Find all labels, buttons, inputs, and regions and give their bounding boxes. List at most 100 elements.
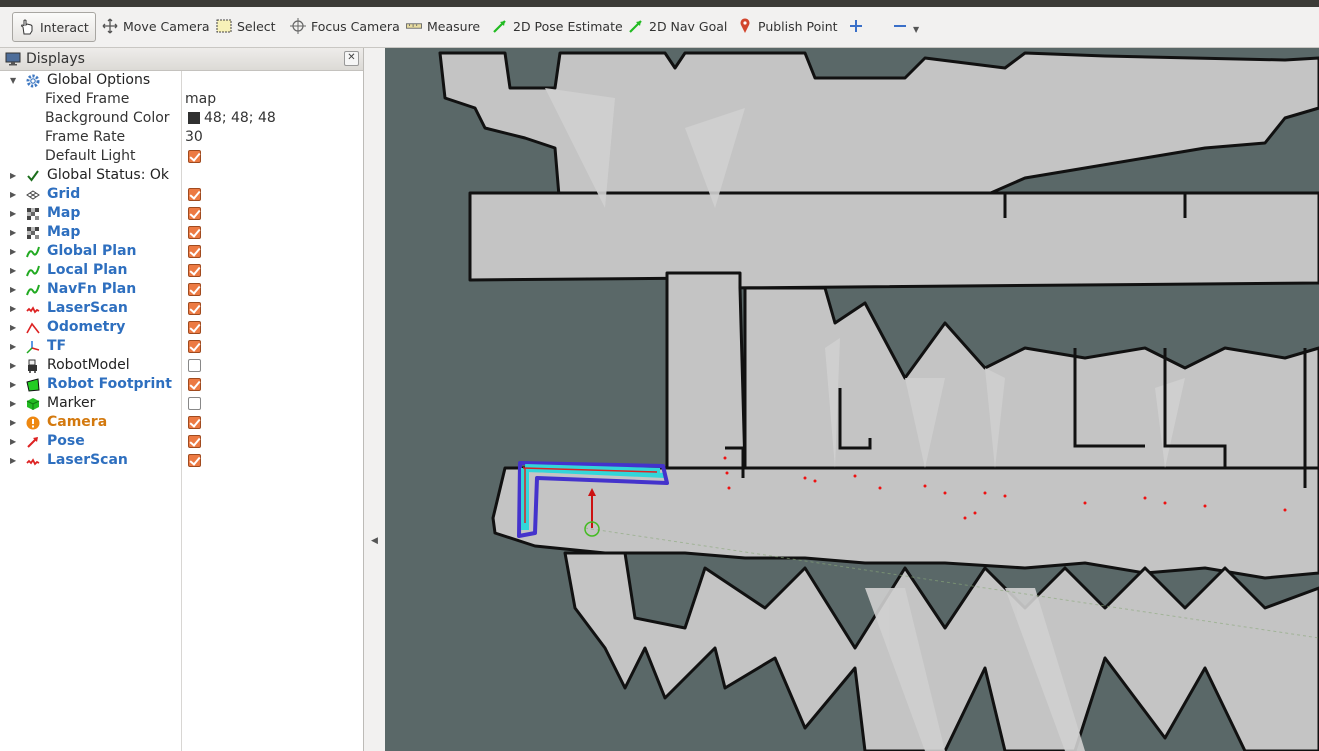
tree-row-camera[interactable]: ▶ Camera [0, 413, 363, 432]
expand-arrow-icon[interactable]: ▶ [10, 247, 16, 256]
tree-label: LaserScan [47, 300, 128, 316]
display-checkbox[interactable] [188, 245, 201, 258]
remove-tool-button[interactable]: ▼ [888, 12, 923, 40]
tree-row-laserscan[interactable]: ▶ LaserScan [0, 299, 363, 318]
tree-row-robotmodel[interactable]: ▶ RobotModel [0, 356, 363, 375]
expand-arrow-icon[interactable]: ▶ [10, 285, 16, 294]
display-checkbox[interactable] [188, 226, 201, 239]
tool-label: Interact [40, 19, 89, 35]
tree-label: NavFn Plan [47, 281, 137, 297]
display-checkbox[interactable] [188, 435, 201, 448]
measure-tool-button[interactable]: Measure [402, 12, 484, 40]
map-pin-icon [737, 18, 753, 34]
display-checkbox[interactable] [188, 340, 201, 353]
expand-arrow-icon[interactable]: ▶ [10, 342, 16, 351]
tree-row-pose[interactable]: ▶ Pose [0, 432, 363, 451]
expand-arrow-icon[interactable]: ▶ [10, 304, 16, 313]
property-value-color[interactable]: 48; 48; 48 [185, 110, 276, 126]
expand-arrow-icon[interactable]: ▶ [10, 361, 16, 370]
tree-row-tf[interactable]: ▶ TF [0, 337, 363, 356]
tree-label: TF [47, 338, 67, 354]
select-tool-button[interactable]: Select [212, 12, 280, 40]
display-checkbox[interactable] [188, 283, 201, 296]
display-checkbox[interactable] [188, 416, 201, 429]
tree-row-map[interactable]: ▶ Map [0, 204, 363, 223]
property-label: Fixed Frame [45, 91, 130, 107]
tree-row-marker[interactable]: ▶ Marker [0, 394, 363, 413]
publish-point-tool-button[interactable]: Publish Point [733, 12, 842, 40]
displays-panel-header: Displays ✕ [0, 48, 363, 71]
display-checkbox[interactable] [188, 302, 201, 315]
property-value[interactable]: 30 [185, 129, 203, 145]
tree-label: Marker [47, 395, 96, 411]
tree-row-odometry[interactable]: ▶ Odometry [0, 318, 363, 337]
panel-splitter[interactable]: ◀ [364, 48, 385, 751]
dropdown-arrow-icon[interactable]: ▼ [913, 25, 919, 34]
minus-icon [892, 18, 908, 34]
tree-row-global-status[interactable]: ▶ Global Status: Ok [0, 166, 363, 185]
expand-arrow-icon[interactable]: ▶ [10, 209, 16, 218]
expand-arrow-icon[interactable]: ▶ [10, 266, 16, 275]
tree-row-fixed-frame[interactable]: Fixed Frame map [0, 90, 363, 109]
tree-label: Global Status: Ok [47, 167, 170, 183]
close-icon[interactable]: ✕ [344, 51, 359, 66]
display-checkbox[interactable] [188, 397, 201, 410]
green-arrow-icon [492, 18, 508, 34]
marker-cube-icon [25, 396, 40, 411]
tree-row-navfn-plan[interactable]: ▶ NavFn Plan [0, 280, 363, 299]
display-checkbox[interactable] [188, 188, 201, 201]
2d-nav-goal-tool-button[interactable]: 2D Nav Goal [624, 12, 731, 40]
expand-arrow-icon[interactable]: ▶ [10, 190, 16, 199]
ruler-icon [406, 18, 422, 34]
expand-arrow-icon[interactable]: ▶ [10, 437, 16, 446]
3d-render-viewport[interactable] [385, 48, 1319, 751]
expand-arrow-icon[interactable]: ▶ [10, 228, 16, 237]
tree-row-default-light[interactable]: Default Light [0, 147, 363, 166]
tree-row-map[interactable]: ▶ Map [0, 223, 363, 242]
display-checkbox[interactable] [188, 378, 201, 391]
checkmark-icon [25, 168, 40, 183]
tree-row-laserscan[interactable]: ▶ LaserScan [0, 451, 363, 470]
tree-row-grid[interactable]: ▶ Grid [0, 185, 363, 204]
property-label: Frame Rate [45, 129, 126, 145]
display-checkbox[interactable] [188, 264, 201, 277]
expand-arrow-icon[interactable]: ▶ [10, 418, 16, 427]
expand-arrow-icon[interactable]: ▶ [10, 171, 16, 180]
focus-camera-tool-button[interactable]: Focus Camera [286, 12, 404, 40]
gear-icon [25, 73, 40, 88]
display-checkbox[interactable] [188, 207, 201, 220]
tree-row-robot-footprint[interactable]: ▶ Robot Footprint [0, 375, 363, 394]
collapse-arrow-icon[interactable]: ▼ [10, 76, 16, 85]
display-checkbox[interactable] [188, 321, 201, 334]
2d-pose-estimate-tool-button[interactable]: 2D Pose Estimate [488, 12, 627, 40]
tree-row-background-color[interactable]: Background Color 48; 48; 48 [0, 109, 363, 128]
expand-arrow-icon[interactable]: ▶ [10, 380, 16, 389]
expand-arrow-icon[interactable]: ▶ [10, 399, 16, 408]
collapse-left-icon[interactable]: ◀ [371, 536, 378, 546]
warning-icon [25, 415, 40, 430]
property-value[interactable]: map [185, 91, 216, 107]
add-tool-button[interactable] [844, 12, 868, 40]
expand-arrow-icon[interactable]: ▶ [10, 456, 16, 465]
tree-row-local-plan[interactable]: ▶ Local Plan [0, 261, 363, 280]
tree-row-global-plan[interactable]: ▶ Global Plan [0, 242, 363, 261]
map-icon [25, 206, 40, 221]
expand-arrow-icon[interactable]: ▶ [10, 323, 16, 332]
occupancy-map [438, 51, 1319, 751]
tree-label: Pose [47, 433, 85, 449]
tree-label: Local Plan [47, 262, 128, 278]
green-arrow-icon [628, 18, 644, 34]
move-camera-tool-button[interactable]: Move Camera [98, 12, 214, 40]
display-checkbox[interactable] [188, 359, 201, 372]
tree-row-frame-rate[interactable]: Frame Rate 30 [0, 128, 363, 147]
tool-label: Focus Camera [311, 18, 400, 34]
tree-row-global-options[interactable]: ▼ Global Options [0, 71, 363, 90]
color-value-text: 48; 48; 48 [204, 110, 276, 126]
default-light-checkbox[interactable] [188, 150, 201, 163]
path-icon [25, 263, 40, 278]
tool-label: Measure [427, 18, 481, 34]
interact-tool-button[interactable]: Interact [12, 12, 96, 42]
display-checkbox[interactable] [188, 454, 201, 467]
tool-label: 2D Nav Goal [649, 18, 728, 34]
move-arrows-icon [102, 18, 118, 34]
